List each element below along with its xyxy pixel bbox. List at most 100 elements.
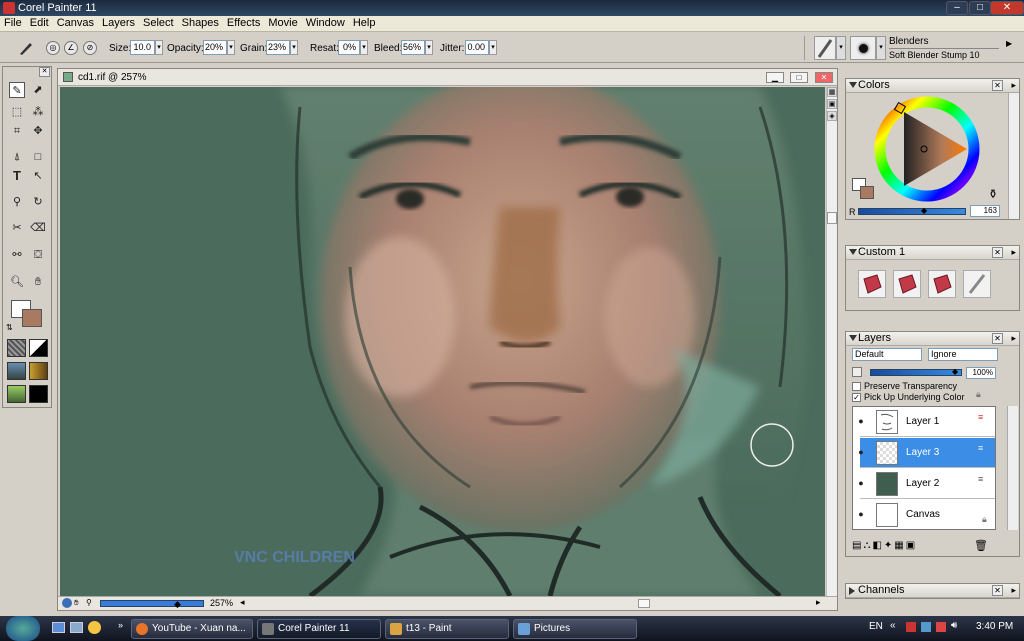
pattern-selector-icon[interactable] bbox=[7, 362, 26, 380]
panel-menu-icon[interactable]: ▸ bbox=[1011, 247, 1016, 258]
zoom-icon[interactable]: ⚲ bbox=[86, 598, 96, 608]
brush-category-dropdown-icon[interactable]: ▾ bbox=[836, 36, 846, 60]
reset-tool-icon[interactable]: ⊘ bbox=[83, 41, 97, 55]
menu-layers[interactable]: Layers bbox=[98, 16, 139, 30]
brush-selector-arrow-icon[interactable]: ▶ bbox=[1006, 39, 1012, 48]
gradient-selector-icon[interactable] bbox=[29, 339, 48, 357]
menu-help[interactable]: Help bbox=[349, 16, 380, 30]
red-channel-slider[interactable] bbox=[858, 208, 966, 215]
weaving-selector-icon[interactable] bbox=[29, 362, 48, 380]
jitter-dropdown-icon[interactable]: ▾ bbox=[489, 40, 497, 55]
layer-adjuster-icon[interactable]: ⬈ bbox=[30, 82, 46, 98]
vertical-scroll-thumb[interactable] bbox=[827, 212, 837, 224]
show-desktop-icon[interactable] bbox=[52, 622, 65, 633]
volume-icon[interactable]: 🔊︎ bbox=[951, 620, 957, 631]
blend-mode-select[interactable]: Default bbox=[852, 348, 922, 361]
visibility-eye-icon[interactable]: ● bbox=[854, 509, 868, 519]
menu-movie[interactable]: Movie bbox=[264, 16, 301, 30]
visibility-eye-icon[interactable]: ● bbox=[854, 416, 868, 426]
cloner-tool-icon[interactable]: ✂ bbox=[9, 220, 25, 236]
taskbar-item-painter[interactable]: Corel Painter 11 bbox=[257, 619, 381, 639]
brush-variant-label[interactable]: Soft Blender Stump 10 bbox=[889, 50, 980, 60]
layer-row[interactable]: ● Layer 3 ≡ bbox=[858, 438, 995, 468]
layer-commands-icon[interactable]: ▤ bbox=[852, 540, 863, 551]
composite-select[interactable]: Ignore bbox=[928, 348, 998, 361]
doc-minimize-button[interactable]: ▁ bbox=[766, 72, 784, 83]
layers-panel-header[interactable]: Layers ✕ ▸ bbox=[846, 332, 1019, 346]
brush-category-label[interactable]: Blenders bbox=[889, 36, 928, 47]
panel-menu-icon[interactable]: ▸ bbox=[1011, 80, 1016, 91]
clock[interactable]: 3:40 PM bbox=[976, 621, 1013, 632]
layer-lock-toggle-icon[interactable] bbox=[852, 367, 862, 377]
custom-brush-2-icon[interactable] bbox=[893, 270, 921, 298]
resat-field[interactable]: 0% bbox=[338, 40, 360, 55]
jitter-field[interactable]: 0.00 bbox=[465, 40, 489, 55]
main-color-swatch[interactable] bbox=[22, 309, 42, 327]
switch-windows-icon[interactable] bbox=[70, 622, 83, 633]
straight-line-icon[interactable]: ∠ bbox=[64, 41, 78, 55]
rotate-page-icon[interactable]: ↻ bbox=[30, 194, 46, 210]
zoom-slider-thumb-icon[interactable]: ◆ bbox=[174, 599, 181, 610]
scroll-right-icon[interactable]: ▸ bbox=[816, 597, 821, 608]
menu-file[interactable]: File bbox=[0, 16, 26, 30]
panel-menu-icon[interactable]: ▸ bbox=[1011, 585, 1016, 596]
new-layer-icon[interactable]: ▣ bbox=[906, 540, 917, 551]
panel-close-icon[interactable]: ✕ bbox=[992, 80, 1003, 91]
stroke-type-icon[interactable]: ◎ bbox=[46, 41, 60, 55]
size-dropdown-icon[interactable]: ▾ bbox=[155, 40, 163, 55]
toolbox-close-icon[interactable]: ✕ bbox=[39, 67, 50, 77]
custom-panel-header[interactable]: Custom 1 ✕ ▸ bbox=[846, 246, 1019, 260]
paper-selector-icon[interactable] bbox=[7, 339, 26, 357]
tracing-paper-icon[interactable]: ▣ bbox=[827, 99, 837, 109]
menu-effects[interactable]: Effects bbox=[223, 16, 264, 30]
network-icon[interactable] bbox=[921, 622, 931, 632]
layer-row[interactable]: ● Layer 2 ≡ bbox=[858, 469, 995, 499]
create-layer-mask-icon[interactable]: ◧ bbox=[872, 540, 883, 551]
layer-effects-icon[interactable]: ✦ bbox=[884, 540, 894, 551]
collapse-icon[interactable] bbox=[849, 249, 857, 255]
text-tool-icon[interactable]: T bbox=[9, 168, 25, 184]
channels-panel-header[interactable]: Channels ✕ ▸ bbox=[846, 584, 1019, 598]
magnifier-zoom-icon[interactable]: 🔍︎ bbox=[9, 274, 25, 290]
perspective-icon[interactable]: ◈ bbox=[827, 111, 837, 121]
brush-dab-icon[interactable] bbox=[850, 36, 876, 60]
bleed-field[interactable]: 56% bbox=[401, 40, 425, 55]
messenger-icon[interactable] bbox=[88, 621, 101, 634]
swap-colors-icon[interactable]: ⇅ bbox=[6, 323, 13, 332]
visibility-eye-icon[interactable]: ● bbox=[854, 478, 868, 488]
scroll-left-icon[interactable]: ◂ bbox=[240, 597, 245, 608]
resat-dropdown-icon[interactable]: ▾ bbox=[360, 40, 368, 55]
start-button[interactable] bbox=[6, 616, 40, 641]
grid-toggle-icon[interactable]: ▦ bbox=[827, 87, 837, 97]
layer-opacity-thumb-icon[interactable]: ◆ bbox=[952, 367, 958, 376]
menu-select[interactable]: Select bbox=[139, 16, 178, 30]
grain-field[interactable]: 23% bbox=[266, 40, 290, 55]
horizontal-scroll-thumb[interactable] bbox=[638, 599, 650, 608]
brush-category-icon[interactable] bbox=[814, 36, 836, 60]
menu-edit[interactable]: Edit bbox=[26, 16, 53, 30]
look-selector-icon[interactable] bbox=[29, 385, 48, 403]
red-channel-value[interactable]: 163 bbox=[970, 205, 1000, 217]
shape-selection-icon[interactable]: ↖ bbox=[30, 168, 46, 184]
slider-thumb-icon[interactable]: ◆ bbox=[921, 206, 927, 215]
color-wheel[interactable] bbox=[872, 94, 982, 204]
custom-brush-3-icon[interactable] bbox=[928, 270, 956, 298]
vertical-scrollbar[interactable]: ▦ ▣ ◈ bbox=[826, 87, 837, 596]
taskbar-item-pictures[interactable]: Pictures bbox=[513, 619, 637, 639]
panel-close-icon[interactable]: ✕ bbox=[992, 585, 1003, 596]
colors-panel-header[interactable]: Colors ✕ ▸ bbox=[846, 79, 1019, 93]
visibility-eye-icon[interactable]: ● bbox=[854, 447, 868, 457]
layer-opacity-value[interactable]: 100% bbox=[966, 367, 996, 379]
expand-icon[interactable] bbox=[849, 587, 855, 595]
quick-launch-chevron-icon[interactable]: » bbox=[118, 620, 123, 630]
paint-bucket-icon[interactable]: ⛋ bbox=[30, 247, 46, 263]
menu-shapes[interactable]: Shapes bbox=[178, 16, 223, 30]
panel-close-icon[interactable]: ✕ bbox=[992, 333, 1003, 344]
menu-window[interactable]: Window bbox=[302, 16, 349, 30]
close-button[interactable]: ✕ bbox=[990, 1, 1024, 15]
tray-expand-icon[interactable]: « bbox=[890, 620, 896, 631]
transform-tool-icon[interactable]: ✥ bbox=[30, 123, 46, 139]
layer-row[interactable]: ● Canvas 🔒︎ bbox=[858, 500, 995, 529]
opacity-dropdown-icon[interactable]: ▾ bbox=[227, 40, 235, 55]
nozzle-selector-icon[interactable] bbox=[7, 385, 26, 403]
